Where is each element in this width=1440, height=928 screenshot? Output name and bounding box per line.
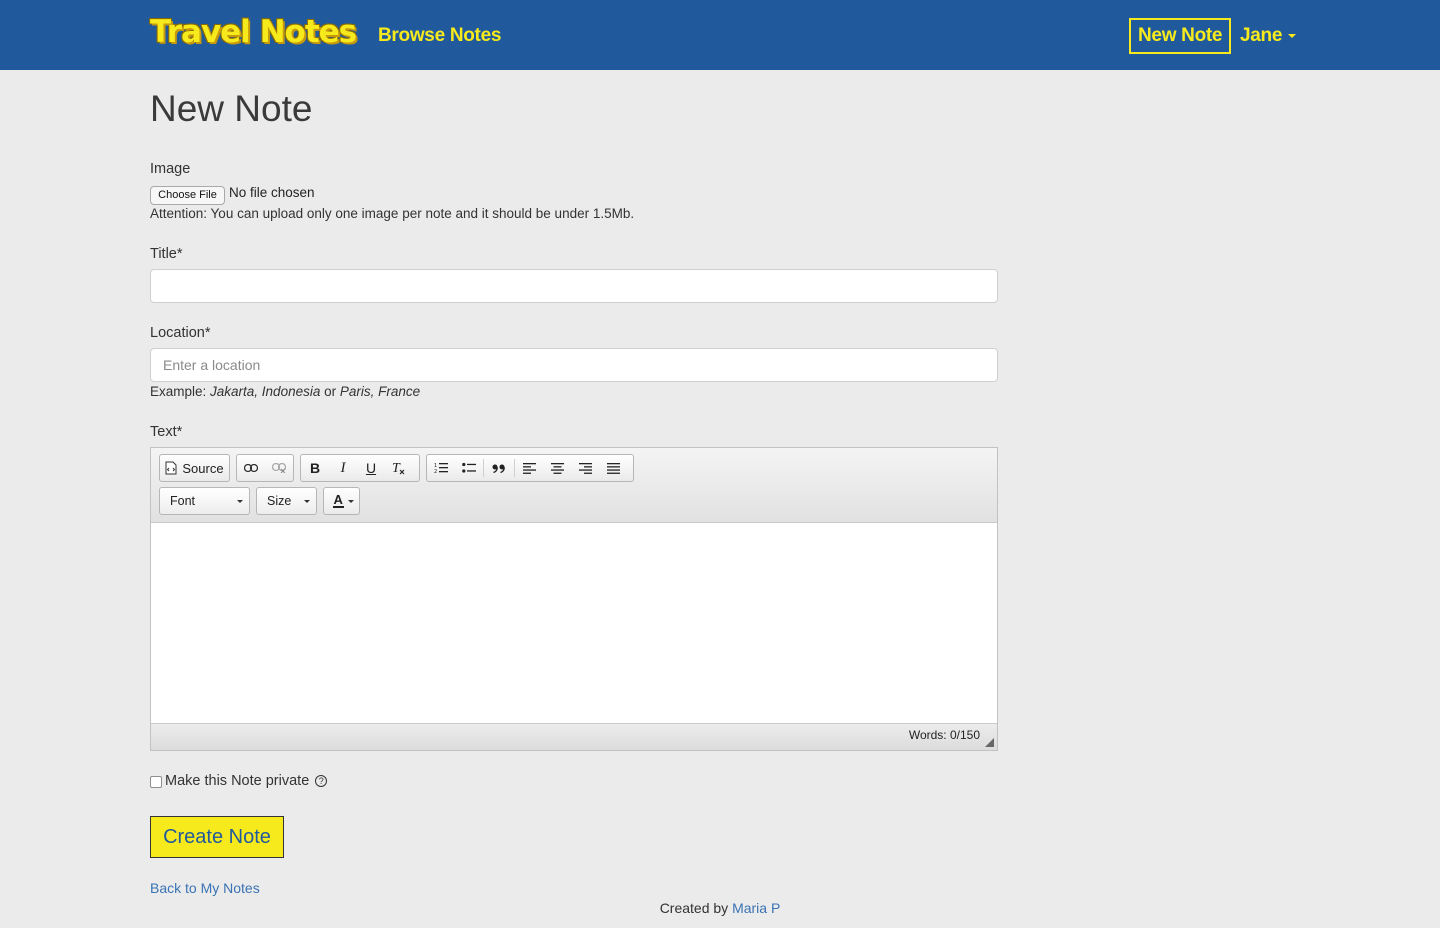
editor-text-area[interactable]: [151, 523, 997, 724]
create-note-button[interactable]: Create Note: [150, 816, 284, 858]
remove-format-icon: T: [391, 461, 407, 475]
toolbar-group-document: Source: [159, 454, 230, 482]
location-help-prefix: Example:: [150, 384, 211, 399]
toolbar-group-links: [236, 454, 294, 482]
image-help-text: Attention: You can upload only one image…: [150, 206, 635, 221]
title-input[interactable]: [150, 269, 998, 303]
location-help-text: Example: Jakarta, Indonesia or Paris, Fr…: [150, 383, 420, 401]
back-to-my-notes-link[interactable]: Back to My Notes: [150, 879, 260, 897]
caret-down-icon: [237, 500, 243, 503]
new-note-link[interactable]: New Note: [1129, 18, 1232, 54]
word-count: Words: 0/150: [908, 728, 980, 742]
toolbar-group-basicstyles: B I U T: [300, 454, 420, 482]
link-icon: [244, 464, 258, 472]
align-center-button[interactable]: [543, 455, 571, 481]
caret-down-icon: [304, 500, 310, 503]
footer-created-by: Created by: [659, 900, 733, 916]
align-left-button[interactable]: [515, 455, 543, 481]
underline-button[interactable]: U: [357, 455, 385, 481]
align-right-button[interactable]: [571, 455, 599, 481]
file-status: No file chosen: [229, 185, 315, 200]
link-button[interactable]: [237, 455, 265, 481]
svg-text:T: T: [392, 461, 401, 475]
help-icon[interactable]: ?: [315, 775, 328, 787]
source-label: Source: [182, 460, 224, 476]
top-navbar: Travel Notes Browse Notes New Note Jane: [0, 0, 1440, 70]
italic-button[interactable]: I: [329, 455, 357, 481]
location-help-or: or: [320, 384, 340, 399]
bulleted-list-button[interactable]: [455, 455, 483, 481]
remove-format-button[interactable]: T: [385, 455, 413, 481]
title-label: Title*: [150, 246, 183, 262]
align-center-icon: [550, 462, 564, 474]
bold-button[interactable]: B: [301, 455, 329, 481]
user-menu[interactable]: Jane: [1240, 23, 1297, 49]
unlink-icon: [272, 463, 286, 473]
bold-icon: B: [309, 460, 321, 476]
location-example-1: Jakarta, Indonesia: [210, 384, 321, 399]
blockquote-button[interactable]: [484, 455, 514, 481]
svg-text:A: A: [334, 493, 344, 507]
private-label-text: Make this Note private: [165, 773, 310, 789]
blockquote-icon: [492, 464, 506, 473]
bulleted-list-icon: [462, 462, 476, 474]
source-button[interactable]: Source: [160, 455, 229, 481]
location-label: Location*: [150, 325, 211, 341]
align-left-icon: [522, 462, 536, 474]
private-checkbox[interactable]: [150, 776, 162, 788]
text-label: Text*: [150, 424, 183, 440]
size-select-label: Size: [267, 494, 292, 508]
browse-notes-link[interactable]: Browse Notes: [378, 23, 501, 49]
font-select-label: Font: [170, 494, 196, 508]
font-select[interactable]: Font: [159, 487, 250, 515]
footer-author-link[interactable]: Maria P: [732, 900, 780, 916]
choose-file-button[interactable]: Choose File: [150, 186, 225, 205]
resize-grip-icon[interactable]: [985, 738, 994, 747]
italic-icon: I: [340, 459, 346, 476]
unlink-button[interactable]: [265, 455, 293, 481]
text-color-icon: A: [333, 493, 345, 509]
location-example-2: Paris, France: [339, 384, 421, 399]
image-label: Image: [150, 161, 191, 177]
numbered-list-icon: 12: [434, 462, 448, 474]
user-name: Jane: [1240, 25, 1283, 46]
private-label: Make this Note private ?: [165, 772, 328, 790]
editor-status-bar: Words: 0/150: [151, 723, 997, 750]
numbered-list-button[interactable]: 12: [427, 455, 455, 481]
location-input[interactable]: [150, 348, 998, 382]
align-justify-icon: [606, 462, 620, 474]
size-select[interactable]: Size: [256, 487, 317, 515]
toolbar-group-paragraph: 12: [426, 454, 634, 482]
source-icon: [165, 461, 177, 475]
page-title: New Note: [150, 88, 313, 129]
editor-toolbar: Source B I U T 12 Font Size A: [151, 448, 997, 523]
svg-text:2: 2: [434, 469, 437, 474]
caret-down-icon: [348, 499, 354, 503]
text-color-button[interactable]: A: [323, 487, 360, 515]
page-footer: Created by Maria P: [0, 899, 1440, 917]
rich-text-editor: Source B I U T 12 Font Size A Words: 0/1…: [150, 447, 998, 751]
align-right-icon: [578, 462, 592, 474]
caret-down-icon: [1288, 33, 1297, 38]
brand-logo[interactable]: Travel Notes: [150, 12, 357, 52]
underline-icon: U: [365, 460, 377, 476]
align-justify-button[interactable]: [599, 455, 627, 481]
